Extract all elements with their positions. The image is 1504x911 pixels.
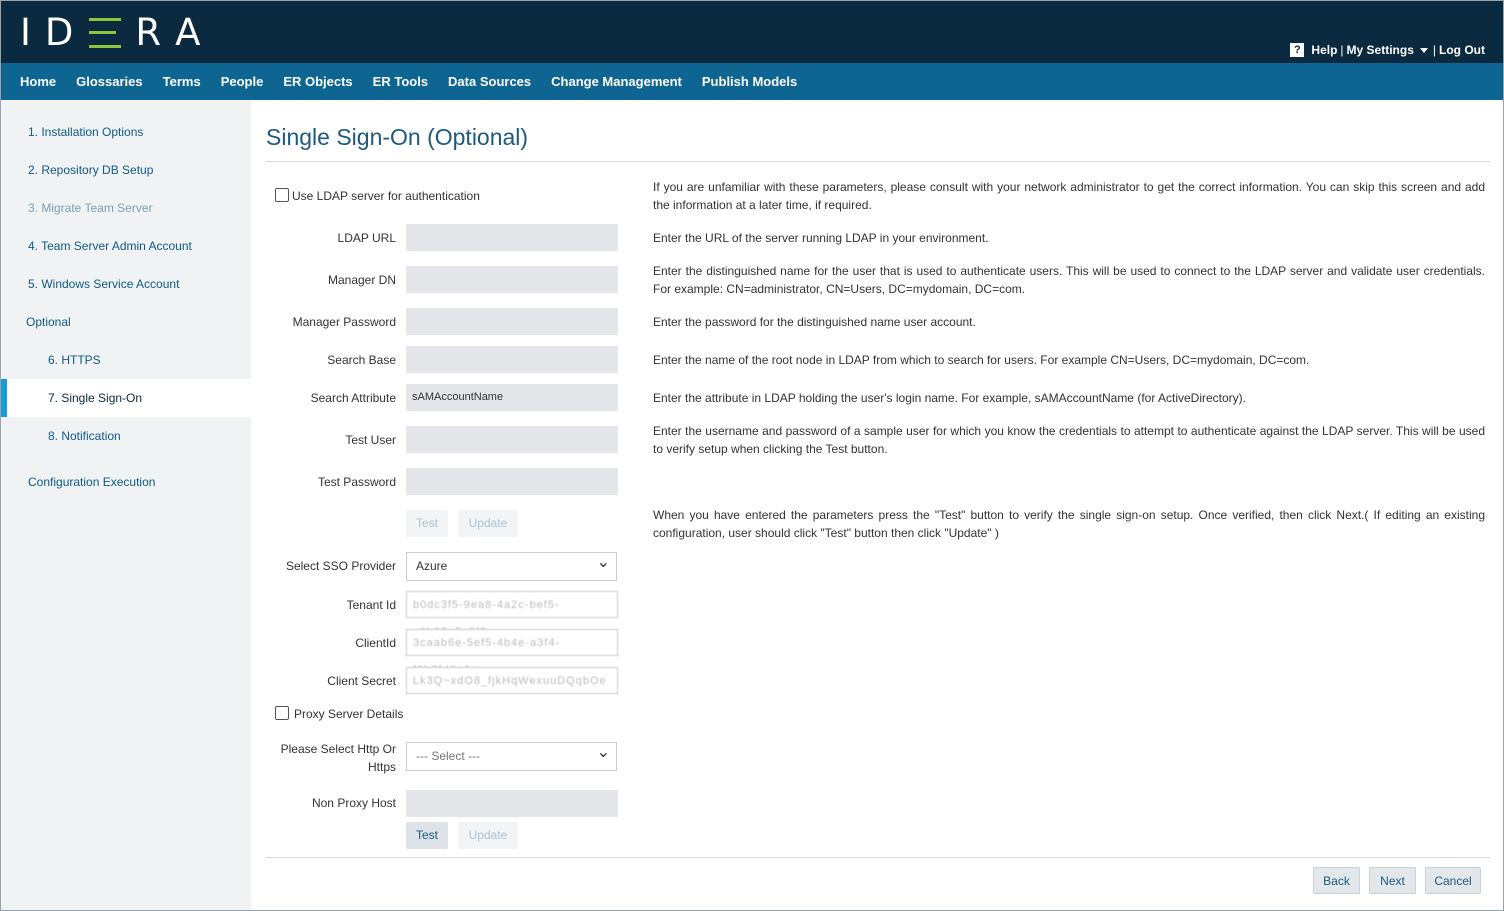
manager-password-label: Manager Password bbox=[292, 315, 396, 329]
next-button[interactable]: Next bbox=[1369, 867, 1416, 894]
http-https-select[interactable]: --- Select --- bbox=[406, 739, 617, 771]
nav-terms[interactable]: Terms bbox=[163, 74, 201, 89]
search-base-label: Search Base bbox=[327, 353, 396, 367]
sidebar-item-optional[interactable]: Optional bbox=[1, 303, 251, 341]
manager-password-description: Enter the password for the distinguished… bbox=[653, 315, 976, 329]
non-proxy-host-input[interactable] bbox=[406, 790, 618, 817]
proxy-server-label: Proxy Server Details bbox=[294, 707, 404, 721]
http-https-label: Please Select Http Or Https bbox=[236, 740, 396, 776]
tenant-id-label: Tenant Id bbox=[346, 598, 396, 612]
logo-letter: R bbox=[135, 11, 176, 54]
chevron-down-icon[interactable] bbox=[1419, 47, 1428, 53]
sidebar-item-notification[interactable]: 8. Notification bbox=[1, 417, 251, 455]
test-password-label: Test Password bbox=[317, 475, 396, 489]
http-https-label-line: Https bbox=[367, 760, 396, 774]
sso-provider-label: Select SSO Provider bbox=[285, 559, 396, 573]
client-secret-label: Client Secret bbox=[327, 674, 396, 688]
sidebar-item-https[interactable]: 6. HTTPS bbox=[1, 341, 251, 379]
intro-description: If you are unfamiliar with these paramet… bbox=[653, 180, 1485, 212]
tenant-id-input[interactable]: b0dc3f5-9ea8-4a2c-bef5-c0b82a5c3f2 bbox=[406, 591, 618, 638]
log-out-link[interactable]: Log Out bbox=[1439, 43, 1485, 57]
client-id-input[interactable]: 3caab6e-5ef5-4b4e-a3f4-f9b7fd3e3e bbox=[406, 629, 618, 676]
ldap-url-input[interactable] bbox=[406, 224, 618, 251]
main-content: Single Sign-On (Optional) Use LDAP serve… bbox=[251, 100, 1503, 910]
test-password-input[interactable] bbox=[406, 468, 618, 495]
nav-glossaries[interactable]: Glossaries bbox=[76, 74, 143, 89]
divider bbox=[266, 857, 1490, 858]
nav-publish-models[interactable]: Publish Models bbox=[702, 74, 797, 89]
main-nav: Home Glossaries Terms People ER Objects … bbox=[1, 63, 1503, 100]
sidebar-item-repository-db-setup[interactable]: 2. Repository DB Setup bbox=[1, 151, 251, 189]
sidebar-item-installation-options[interactable]: 1. Installation Options bbox=[1, 113, 251, 151]
proxy-server-checkbox[interactable] bbox=[275, 706, 289, 720]
ldap-update-button[interactable]: Update bbox=[458, 510, 518, 537]
test-user-input[interactable] bbox=[406, 426, 618, 453]
top-links: ? Help | My Settings | Log Out bbox=[1290, 43, 1485, 57]
search-base-description: Enter the name of the root node in LDAP … bbox=[653, 353, 1310, 367]
non-proxy-host-label: Non Proxy Host bbox=[311, 796, 396, 810]
manager-password-input[interactable] bbox=[406, 308, 618, 335]
http-https-label-line: Please Select Http Or bbox=[280, 742, 396, 756]
sidebar-item-single-sign-on[interactable]: 7. Single Sign-On bbox=[1, 379, 251, 417]
manager-dn-description: Enter the distinguished name for the use… bbox=[653, 264, 1485, 296]
client-secret-input[interactable]: Lk3Q~xdO8_fjkHqWexuuDQqbOe bbox=[406, 667, 618, 694]
cancel-button[interactable]: Cancel bbox=[1425, 867, 1481, 894]
sidebar-item-configuration-execution[interactable]: Configuration Execution bbox=[1, 463, 251, 501]
nav-data-sources[interactable]: Data Sources bbox=[448, 74, 531, 89]
search-attribute-input[interactable]: sAMAccountName bbox=[406, 384, 618, 411]
test-user-label: Test User bbox=[345, 433, 396, 447]
search-attribute-label: Search Attribute bbox=[310, 391, 396, 405]
search-base-input[interactable] bbox=[406, 346, 618, 373]
page-title: Single Sign-On (Optional) bbox=[266, 124, 529, 150]
help-link[interactable]: Help bbox=[1311, 43, 1337, 57]
nav-people[interactable]: People bbox=[221, 74, 264, 89]
test-user-description: Enter the username and password of a sam… bbox=[653, 424, 1485, 456]
test-info-description: When you have entered the parameters pre… bbox=[653, 508, 1485, 540]
manager-dn-label: Manager DN bbox=[327, 273, 396, 287]
logo-e-mark bbox=[89, 18, 122, 48]
sso-test-button[interactable]: Test bbox=[406, 822, 448, 849]
search-attribute-description: Enter the attribute in LDAP holding the … bbox=[653, 391, 1247, 405]
sidebar-item-migrate-team-server: 3. Migrate Team Server bbox=[28, 201, 153, 215]
ldap-url-label: LDAP URL bbox=[337, 231, 396, 245]
my-settings-link[interactable]: My Settings bbox=[1347, 43, 1414, 57]
logo-letter: D bbox=[44, 11, 88, 54]
divider bbox=[266, 161, 1490, 162]
help-icon[interactable]: ? bbox=[1290, 43, 1305, 57]
use-ldap-label: Use LDAP server for authentication bbox=[292, 189, 480, 203]
nav-home[interactable]: Home bbox=[20, 74, 56, 89]
sso-update-button[interactable]: Update bbox=[458, 822, 518, 849]
nav-change-management[interactable]: Change Management bbox=[551, 74, 682, 89]
logo-letter: A bbox=[175, 11, 215, 54]
sidebar-item-windows-service-account[interactable]: 5. Windows Service Account bbox=[1, 265, 251, 303]
sidebar: 1. Installation Options 2. Repository DB… bbox=[1, 100, 251, 910]
use-ldap-checkbox[interactable] bbox=[275, 188, 289, 202]
ldap-test-button[interactable]: Test bbox=[406, 510, 448, 537]
nav-er-tools[interactable]: ER Tools bbox=[373, 74, 428, 89]
ldap-url-description: Enter the URL of the server running LDAP… bbox=[653, 231, 989, 245]
manager-dn-input[interactable] bbox=[406, 266, 618, 293]
logo-letter: I bbox=[20, 11, 45, 54]
link-separator: | bbox=[1340, 43, 1344, 57]
sidebar-item-team-server-admin[interactable]: 4. Team Server Admin Account bbox=[1, 227, 251, 265]
sso-provider-select[interactable]: Azure bbox=[406, 549, 617, 581]
nav-er-objects[interactable]: ER Objects bbox=[283, 74, 352, 89]
top-bar: I D R A ? Help | My Settings | Log Out bbox=[1, 1, 1503, 63]
link-separator: | bbox=[1432, 43, 1437, 57]
idera-logo: I D R A bbox=[20, 11, 215, 54]
back-button[interactable]: Back bbox=[1313, 867, 1360, 894]
client-id-label: ClientId bbox=[355, 636, 396, 650]
